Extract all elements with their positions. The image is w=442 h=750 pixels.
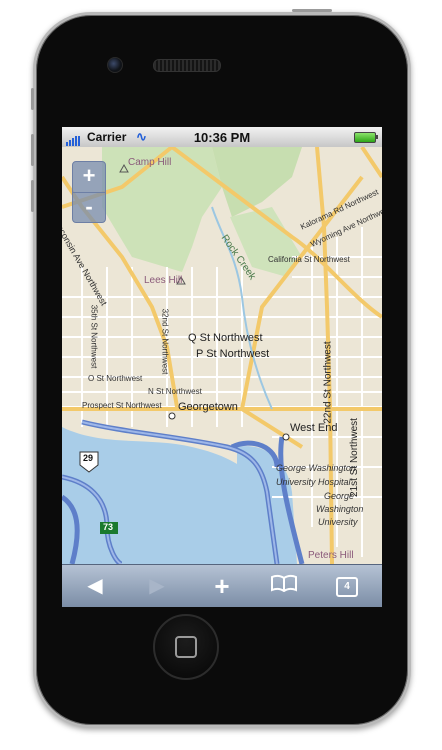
back-arrow-icon[interactable]: ◀ [80,573,110,599]
map-label-gw-university-2: Washington [316,504,364,514]
map-label-lees-hill: Lees Hill [144,275,183,286]
map-label-peters-hill: Peters Hill [308,550,354,561]
sleep-button [292,9,332,12]
bookmarks-icon[interactable] [269,573,299,599]
tabs-button[interactable]: 4 [336,577,358,597]
front-camera [107,57,123,73]
map-label-california: California St Northwest [268,255,350,264]
map-label-gw-university-3: University [318,517,358,527]
map-label-gw-hospital-1: George Washington [276,463,356,473]
volume-down-button [31,180,34,212]
home-button[interactable] [153,614,219,680]
map-label-22nd-st: 22nd St Northwest [322,341,334,424]
earpiece-speaker [153,59,221,72]
route-shield-73: 73 [103,522,114,532]
silent-switch [31,88,34,110]
map-label-west-end: West End [290,422,338,434]
zoom-out-button[interactable]: - [73,192,105,223]
volume-up-button [31,134,34,166]
battery-icon [354,132,378,143]
status-bar: Carrier ∿ 10:36 PM [62,127,382,148]
route-shield-29: 29 [83,453,94,463]
forward-arrow-icon[interactable]: ▶ [142,573,172,599]
zoom-in-button[interactable]: + [73,162,105,192]
map-label-35th-st: 35th St Northwest [89,304,99,369]
add-bookmark-icon[interactable]: + [207,573,237,599]
screen: Carrier ∿ 10:36 PM Camp Hill Wisconsin A… [62,127,382,607]
status-time: 10:36 PM [193,130,251,145]
home-icon [175,636,197,658]
map-label-q-st: Q St Northwest [188,332,263,344]
map-label-gw-hospital-2: University Hospital [276,477,351,487]
map-label-p-st: P St Northwest [196,348,270,360]
map-label-o-st: O St Northwest [88,374,143,383]
map-label-georgetown: Georgetown [178,401,238,413]
map-label-gw-university-1: George [324,491,355,501]
zoom-control: + - [72,161,106,223]
map-label-n-st: N St Northwest [148,387,202,396]
map-view[interactable]: Camp Hill Wisconsin Ave Northwest Rock C… [62,147,382,564]
safari-toolbar: ◀ ▶ + 4 [62,564,382,607]
map-label-prospect-st: Prospect St Northwest [82,401,162,410]
map-label-camp-hill: Camp Hill [128,157,172,168]
map-label-32nd-st: 32nd St Northwest [160,308,170,375]
